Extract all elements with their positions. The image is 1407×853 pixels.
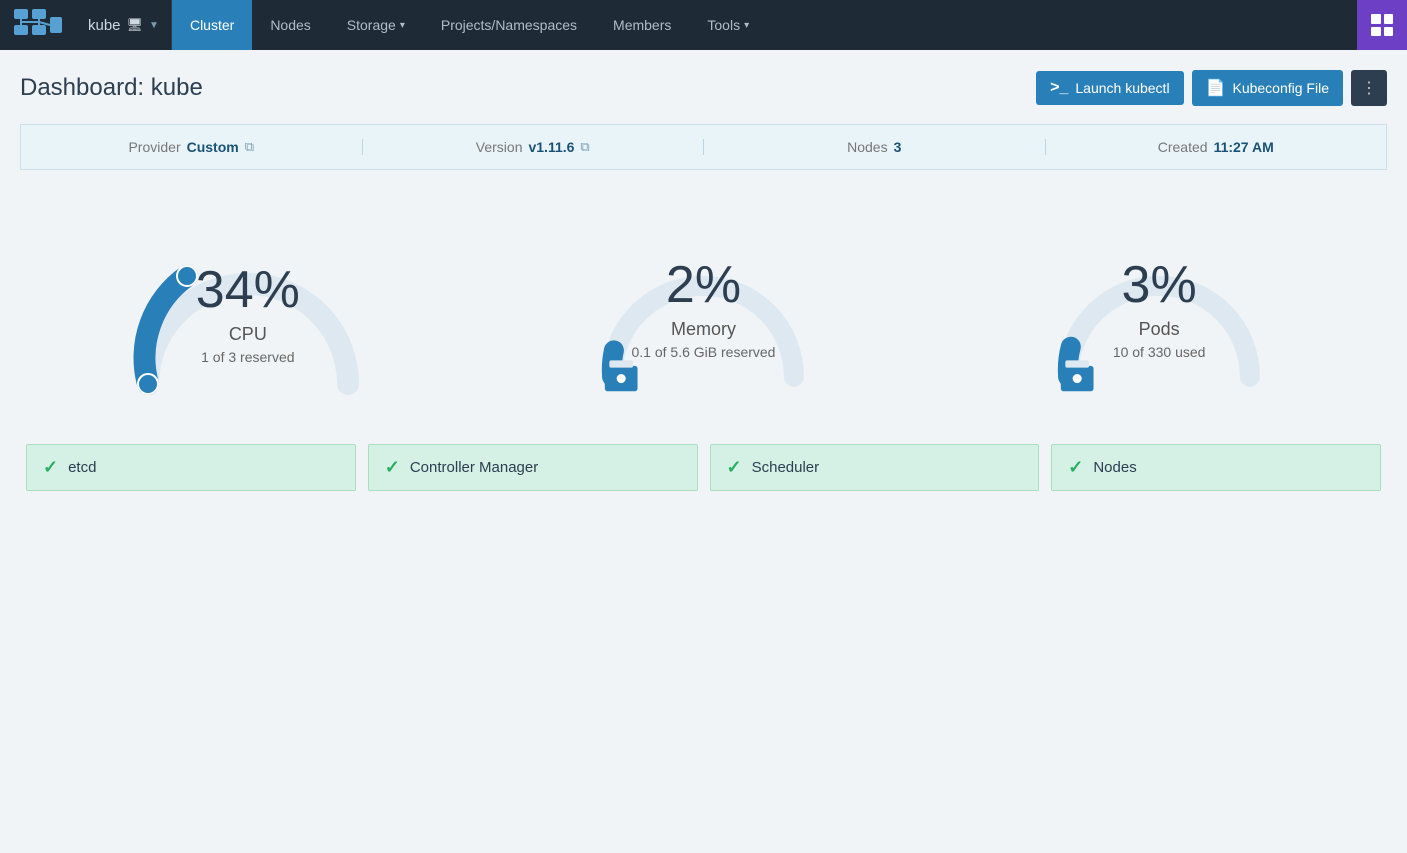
cluster-name: kube [88,17,121,34]
cpu-gauge-center: 34% CPU 1 of 3 reserved [196,264,300,365]
nav-item-members[interactable]: Members [595,0,689,50]
launch-kubectl-button[interactable]: >_ Launch kubectl [1036,71,1183,105]
nav-item-nodes[interactable]: Nodes [252,0,328,50]
status-bar: ✓ etcd ✓ Controller Manager ✓ Scheduler … [20,434,1387,511]
check-icon: ✓ [43,457,58,478]
main-nav: Cluster Nodes Storage ▾ Projects/Namespa… [172,0,1357,50]
created-value: 11:27 AM [1214,139,1274,155]
check-icon: ✓ [385,457,400,478]
nav-item-projects[interactable]: Projects/Namespaces [423,0,595,50]
cpu-gauge: 34% CPU 1 of 3 reserved [88,204,408,404]
grid-icon [1371,14,1393,36]
page-title: Dashboard: kube [20,74,203,102]
pods-sub: 10 of 330 used [1113,344,1206,360]
more-icon: ⋮ [1361,80,1377,97]
more-options-button[interactable]: ⋮ [1351,70,1387,106]
nodes-info: Nodes 3 [703,139,1045,155]
chevron-down-icon: ▾ [744,20,749,31]
kubeconfig-button[interactable]: 📄 Kubeconfig File [1192,70,1343,106]
check-icon: ✓ [727,457,742,478]
pods-percent: 3% [1113,259,1206,311]
nodes-label: Nodes [847,139,887,155]
nav-item-tools[interactable]: Tools ▾ [689,0,767,50]
status-nodes: ✓ Nodes [1051,444,1381,491]
app-switcher[interactable] [1357,0,1407,50]
cpu-label: CPU [196,324,300,345]
cpu-percent: 34% [196,264,300,316]
brand-logo [0,0,76,50]
document-icon: 📄 [1206,78,1226,98]
cpu-gauge-wrap: 34% CPU 1 of 3 reserved [118,204,378,404]
cpu-sub: 1 of 3 reserved [196,349,300,365]
cluster-selector[interactable]: kube 🖥 ▼ [76,0,172,50]
status-etcd-label: etcd [68,459,96,476]
pods-gauge: 3% Pods 10 of 330 used [999,204,1319,404]
created-label: Created [1158,139,1208,155]
server-icon: 🖥 [127,17,144,33]
gauges-row: 34% CPU 1 of 3 reserved [20,194,1387,434]
page-header: Dashboard: kube >_ Launch kubectl 📄 Kube… [20,70,1387,106]
navbar: kube 🖥 ▼ Cluster Nodes Storage ▾ Project… [0,0,1407,50]
provider-label: Provider [128,139,180,155]
version-value: v1.11.6 [528,139,574,155]
pods-gauge-center: 3% Pods 10 of 330 used [1113,259,1206,360]
pods-gauge-wrap: 3% Pods 10 of 330 used [1029,204,1289,404]
status-nodes-label: Nodes [1093,459,1136,476]
created-info: Created 11:27 AM [1045,139,1387,155]
header-buttons: >_ Launch kubectl 📄 Kubeconfig File ⋮ [1036,70,1387,106]
provider-info: Provider Custom ⧉ [21,139,362,155]
status-scheduler-label: Scheduler [752,459,820,476]
nav-item-storage[interactable]: Storage ▾ [329,0,423,50]
copy-icon[interactable]: ⧉ [580,139,589,155]
chevron-down-icon: ▼ [149,20,159,31]
chevron-down-icon: ▾ [400,20,405,31]
terminal-icon: >_ [1050,79,1068,97]
version-info: Version v1.11.6 ⧉ [362,139,704,155]
provider-value: Custom [187,139,239,155]
navbar-right [1357,0,1407,50]
status-etcd: ✓ etcd [26,444,356,491]
nodes-value: 3 [894,139,902,155]
version-label: Version [476,139,523,155]
copy-icon[interactable]: ⧉ [245,139,254,155]
memory-gauge-center: 2% Memory 0.1 of 5.6 GiB reserved [632,259,776,360]
memory-gauge-wrap: 2% Memory 0.1 of 5.6 GiB reserved [573,204,833,404]
main-content: Dashboard: kube >_ Launch kubectl 📄 Kube… [0,50,1407,511]
memory-sub: 0.1 of 5.6 GiB reserved [632,344,776,360]
status-controller-manager: ✓ Controller Manager [368,444,698,491]
memory-gauge: 2% Memory 0.1 of 5.6 GiB reserved [543,204,863,404]
info-bar: Provider Custom ⧉ Version v1.11.6 ⧉ Node… [20,124,1387,170]
nav-item-cluster[interactable]: Cluster [172,0,252,50]
pods-label: Pods [1113,319,1206,340]
memory-percent: 2% [632,259,776,311]
rancher-logo-icon [12,7,64,43]
memory-label: Memory [632,319,776,340]
status-controller-manager-label: Controller Manager [410,459,538,476]
status-scheduler: ✓ Scheduler [710,444,1040,491]
check-icon: ✓ [1068,457,1083,478]
